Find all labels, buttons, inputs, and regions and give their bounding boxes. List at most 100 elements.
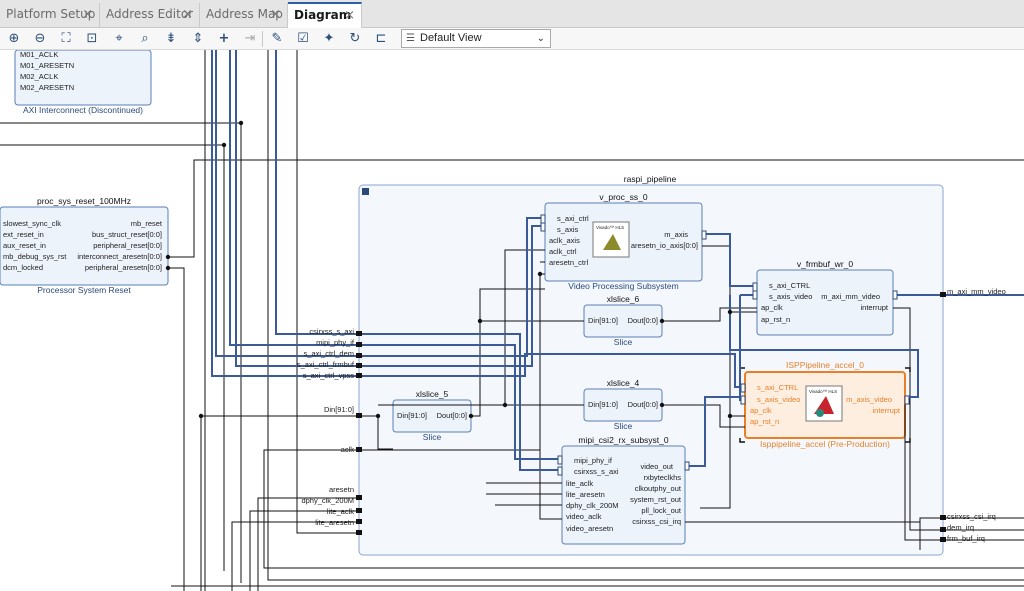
tab-platform-setup[interactable]: Platform Setup × bbox=[0, 3, 100, 28]
block-instance-name: ISPPipeline_accel_0 bbox=[786, 360, 864, 370]
tab-address-editor[interactable]: Address Editor × bbox=[100, 3, 200, 28]
editor-tab-bar: Platform Setup × Address Editor × Addres… bbox=[0, 0, 1024, 28]
port-label: Din[91:0] bbox=[588, 400, 619, 409]
view-select-value: Default View bbox=[420, 32, 482, 44]
port-label: Din[91:0] bbox=[588, 316, 619, 325]
port-label: s_axis bbox=[557, 225, 579, 234]
port-label: csirxss_csi_irq bbox=[632, 517, 681, 526]
zoom-fit-icon[interactable]: ⛶ bbox=[57, 30, 75, 48]
port-label: system_rst_out bbox=[630, 495, 681, 504]
port-label: lite_aclk bbox=[566, 479, 594, 488]
tab-diagram[interactable]: Diagram × bbox=[288, 2, 362, 28]
external-port-label: m_axi_mm_video bbox=[947, 287, 1006, 296]
block-instance-name: v_frmbuf_wr_0 bbox=[796, 259, 854, 269]
port-label: ap_rst_n bbox=[750, 417, 780, 426]
port-label: M02_ACLK bbox=[20, 72, 59, 81]
port-label: dphy_clk_200M bbox=[566, 501, 619, 510]
tab-label: Diagram bbox=[294, 8, 352, 22]
port-label: Dout[0:0] bbox=[627, 400, 658, 409]
port-label: video_aclk bbox=[566, 512, 602, 521]
tab-address-map[interactable]: Address Map × bbox=[200, 3, 288, 28]
port-label: M02_ARESETN bbox=[20, 83, 75, 92]
block-caption: AXI Interconnect (Discontinued) bbox=[22, 105, 143, 115]
validate-icon[interactable]: ☑ bbox=[294, 30, 312, 48]
port-label: ext_reset_in bbox=[3, 230, 44, 239]
block-caption: Processor System Reset bbox=[37, 285, 131, 295]
port-label: m_axis_video bbox=[846, 395, 892, 404]
port-label: clkoutphy_out bbox=[634, 484, 681, 493]
zoom-in-icon[interactable]: ⊕ bbox=[5, 30, 23, 48]
diagram-svg bbox=[0, 50, 1024, 591]
hier-pin-label: aclk bbox=[340, 445, 354, 454]
port-label: s_axi_CTRL bbox=[757, 383, 799, 392]
close-icon[interactable]: × bbox=[182, 3, 193, 26]
hier-pin-label: lite_aresetn bbox=[315, 518, 354, 527]
port-label: peripheral_aresetn[0:0] bbox=[84, 263, 162, 272]
close-icon[interactable]: × bbox=[344, 4, 355, 27]
block-instance-name: proc_sys_reset_100MHz bbox=[36, 196, 131, 206]
hls-logo-text: Vivado™ HLS bbox=[809, 389, 838, 394]
hier-pin-label: mipi_phy_if bbox=[316, 338, 354, 347]
view-list-icon: ☰ bbox=[406, 33, 415, 44]
port-label: dcm_locked bbox=[3, 263, 44, 272]
port-label: aresetn_io_axis[0:0] bbox=[630, 241, 698, 250]
port-label: ap_rst_n bbox=[761, 315, 791, 324]
block-caption: Slice bbox=[613, 421, 633, 431]
hier-pin-label: s_axi_ctrl_vpss bbox=[302, 371, 354, 380]
center-icon[interactable]: ⌖ bbox=[110, 30, 128, 48]
fit-selection-icon[interactable]: ⊡ bbox=[83, 30, 101, 48]
hls-logo-gear-icon bbox=[816, 409, 824, 417]
port-label: M01_ACLK bbox=[20, 50, 59, 59]
port-label: ap_clk bbox=[750, 406, 772, 415]
add-ip-icon[interactable]: + bbox=[215, 30, 233, 48]
block-instance-name: mipi_csi2_rx_subsyst_0 bbox=[578, 435, 669, 445]
hierarchy-name: raspi_pipeline bbox=[623, 174, 677, 184]
block-instance-name: v_proc_ss_0 bbox=[599, 192, 648, 202]
external-port-label: csirxss_csi_irq bbox=[947, 512, 996, 521]
search-icon[interactable]: ⌕ bbox=[136, 30, 154, 48]
hier-pin-label: Din[91:0] bbox=[323, 405, 354, 414]
hier-pin-label: s_axi_ctrl_frmbuf bbox=[296, 360, 354, 369]
port-label: Dout[0:0] bbox=[627, 316, 658, 325]
block-caption: Video Processing Subsystem bbox=[568, 281, 679, 291]
hier-pin-label: lite_aclk bbox=[326, 507, 354, 516]
external-port-label: dem_irq bbox=[947, 523, 975, 532]
port-label: video_out bbox=[640, 462, 673, 471]
toolbar-separator bbox=[262, 31, 263, 47]
port-label: Dout[0:0] bbox=[436, 411, 467, 420]
port-label: lite_aresetn bbox=[566, 490, 605, 499]
port-label: bus_struct_reset[0:0] bbox=[91, 230, 162, 239]
regenerate-layout-icon[interactable]: ↻ bbox=[346, 30, 364, 48]
hier-pin-label: aresetn bbox=[328, 485, 354, 494]
properties-icon[interactable]: ✎ bbox=[268, 30, 286, 48]
block-instance-name: xlslice_6 bbox=[606, 294, 640, 304]
port-label: interrupt bbox=[860, 303, 888, 312]
port-label: video_aresetn bbox=[566, 524, 614, 533]
port-label: aclk_ctrl bbox=[549, 247, 577, 256]
port-label: aclk_axis bbox=[549, 236, 580, 245]
close-icon[interactable]: × bbox=[270, 3, 281, 26]
port-label: pll_lock_out bbox=[641, 506, 681, 515]
view-select[interactable]: ☰ Default View ⌄ bbox=[401, 29, 551, 48]
diagram-toolbar: ⊕ ⊖ ⛶ ⊡ ⌖ ⌕ ⇟ ⇕ + ⇥ ✎ ☑ ✦ ↻ ⊏ ☰ Default … bbox=[0, 28, 1024, 50]
hier-pin-label: dphy_clk_200M bbox=[301, 496, 354, 505]
run-connection-icon[interactable]: ✦ bbox=[320, 30, 338, 48]
port-label: csirxss_s_axi bbox=[574, 467, 619, 476]
port-label: interconnect_aresetn[0:0] bbox=[77, 252, 162, 261]
make-external-icon[interactable]: ⇥ bbox=[241, 30, 259, 48]
port-label: s_axi_ctrl bbox=[557, 214, 589, 223]
block-caption: Isppipeline_accel (Pre-Production) bbox=[760, 439, 890, 449]
block-caption: Slice bbox=[422, 432, 442, 442]
collapse-all-icon[interactable]: ⇟ bbox=[162, 30, 180, 48]
optimize-routing-icon[interactable]: ⊏ bbox=[372, 30, 390, 48]
expand-all-icon[interactable]: ⇕ bbox=[189, 30, 207, 48]
close-icon[interactable]: × bbox=[82, 3, 93, 26]
port-label: Din[91:0] bbox=[397, 411, 428, 420]
port-label: slowest_sync_clk bbox=[3, 219, 61, 228]
block-diagram-canvas[interactable]: M01_ACLK M01_ARESETN M02_ACLK M02_ARESET… bbox=[0, 50, 1024, 591]
zoom-out-icon[interactable]: ⊖ bbox=[31, 30, 49, 48]
collapse-hierarchy-icon[interactable] bbox=[362, 188, 369, 195]
port-label: M01_ARESETN bbox=[20, 61, 75, 70]
port-label: aresetn_ctrl bbox=[549, 258, 589, 267]
port-label: mb_debug_sys_rst bbox=[3, 252, 67, 261]
